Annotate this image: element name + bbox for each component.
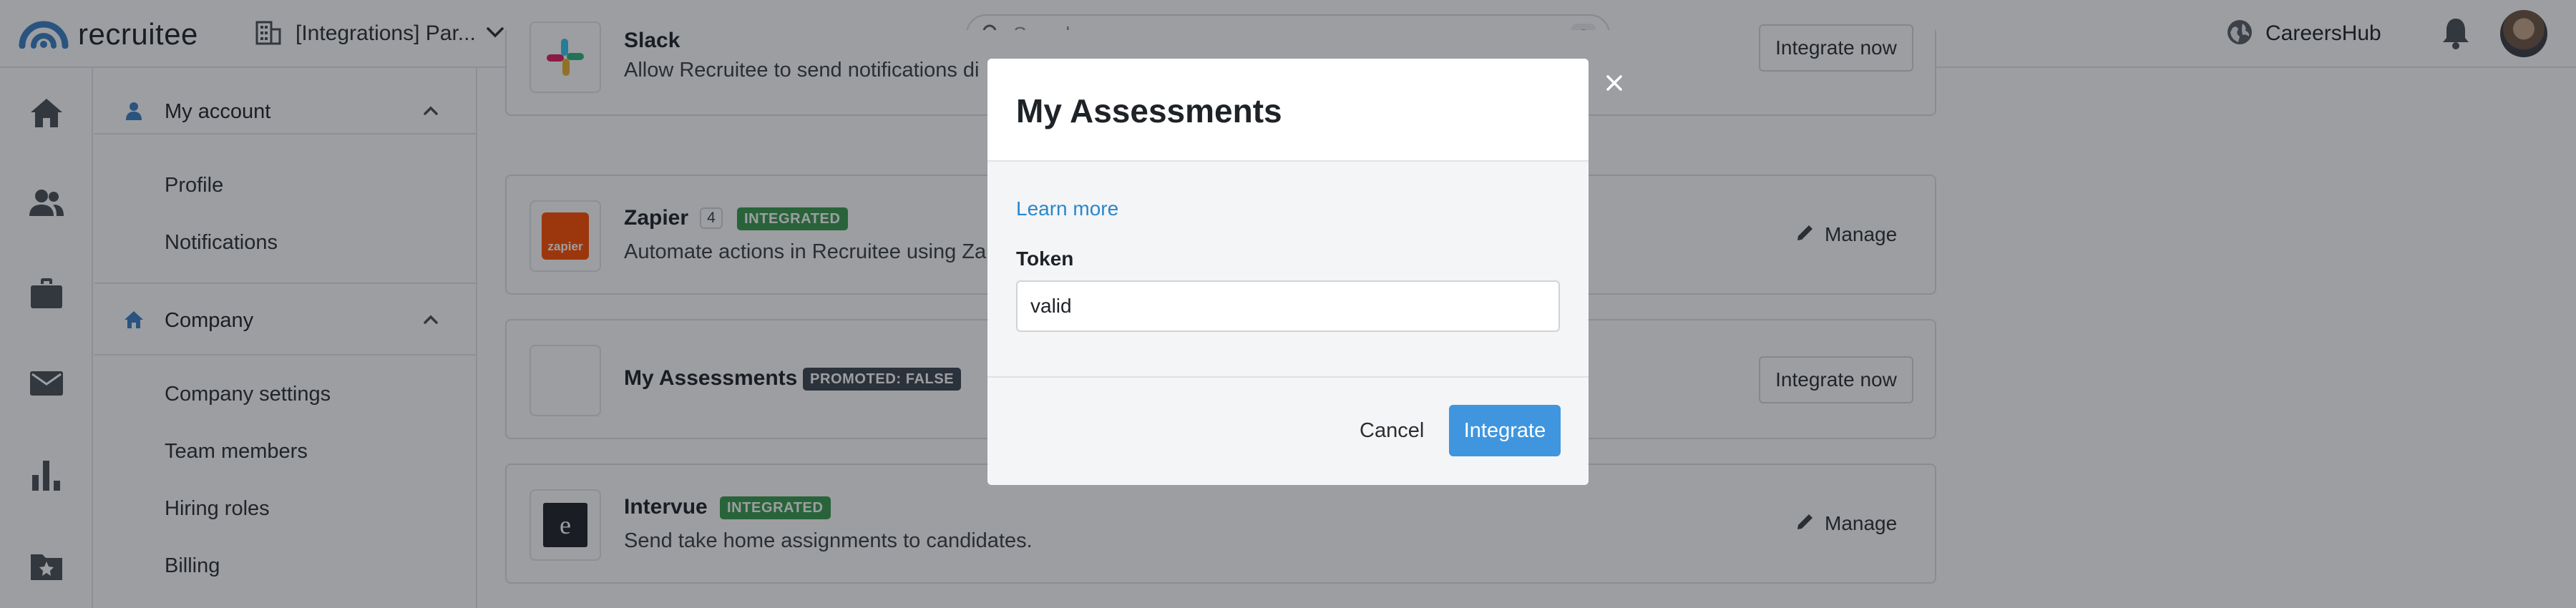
modal-footer: Cancel Integrate <box>987 376 1589 485</box>
close-icon[interactable] <box>1600 69 1629 97</box>
app-root: recruitee [Integrations] Par... S <box>0 0 2576 608</box>
integration-modal: My Assessments Learn more Token Cancel I… <box>987 59 1589 485</box>
integrate-button[interactable]: Integrate <box>1449 405 1561 456</box>
token-input[interactable] <box>1016 280 1560 332</box>
modal-header: My Assessments <box>987 59 1589 162</box>
token-label: Token <box>1016 247 1074 270</box>
cancel-button[interactable]: Cancel <box>1360 405 1424 456</box>
modal-body: Learn more Token <box>987 163 1589 376</box>
modal-title: My Assessments <box>1016 92 1282 129</box>
learn-more-link[interactable]: Learn more <box>1016 197 1118 220</box>
